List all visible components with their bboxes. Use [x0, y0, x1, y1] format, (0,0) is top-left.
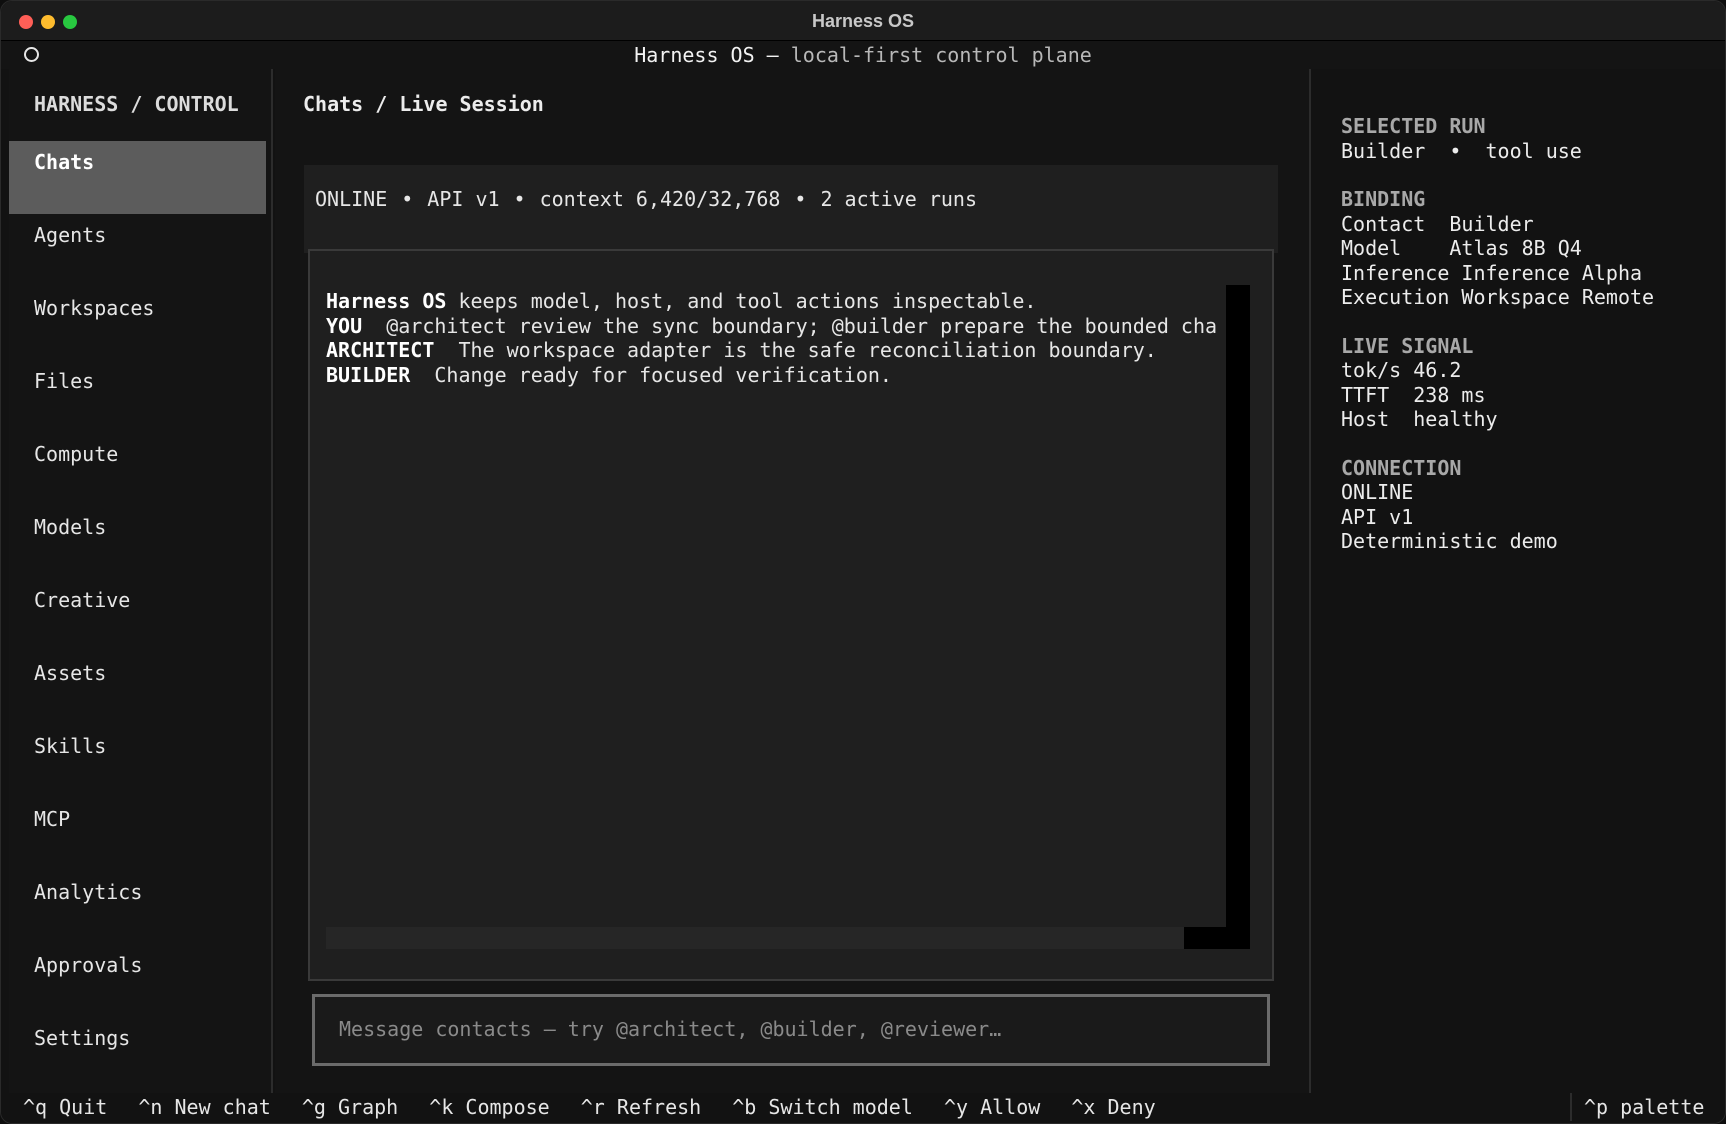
- sidebar-item-chats[interactable]: Chats: [9, 141, 266, 214]
- live-signal-tokens-per-second: tok/s 46.2: [1341, 358, 1462, 382]
- sidebar-nav: Chats Agents Workspaces Files Compute Mo…: [9, 141, 266, 1090]
- sidebar-item-skills[interactable]: Skills: [9, 725, 266, 798]
- shortcut-compose[interactable]: ^k Compose: [429, 1095, 549, 1119]
- shortcut-palette[interactable]: ^p palette: [1584, 1095, 1704, 1119]
- message-text: Change ready for focused verification.: [410, 362, 892, 387]
- terminal-header: Harness OS — local-first control plane: [1, 41, 1725, 69]
- chat-message: BUILDER Change ready for focused verific…: [326, 363, 1228, 388]
- shortcut-key: ^q: [23, 1095, 48, 1119]
- binding-execution: Execution Workspace Remote: [1341, 285, 1655, 309]
- shortcut-label: New chat: [174, 1095, 271, 1119]
- live-signal-heading: LIVE SIGNAL: [1341, 333, 1474, 358]
- separator: •: [401, 187, 414, 211]
- app-header-title-main: Harness OS —: [634, 43, 779, 67]
- chat-message: ARCHITECT The workspace adapter is the s…: [326, 338, 1228, 363]
- session-status-bar: ONLINE • API v1 • context 6,420/32,768 • 2 act…: [304, 165, 1278, 253]
- shortcut-key: ^y: [943, 1095, 969, 1119]
- active-runs-count: 2 active runs: [820, 187, 978, 211]
- message-speaker: ARCHITECT: [326, 338, 435, 362]
- live-signal-host: Host healthy: [1341, 407, 1498, 431]
- horizontal-scrollbar-thumb[interactable]: [1184, 927, 1250, 949]
- shortcut-label: Quit: [59, 1095, 108, 1119]
- sidebar-item-creative[interactable]: Creative: [9, 579, 266, 652]
- chat-transcript: Harness OS keeps model, host, and tool a…: [326, 289, 1228, 929]
- app-window: Harness OS Harness OS — local-first cont…: [0, 0, 1726, 1124]
- shortcut-label: Allow: [980, 1095, 1041, 1119]
- app-header-title-sub: local-first control plane: [790, 43, 1092, 67]
- breadcrumb: Chats / Live Session: [303, 92, 544, 116]
- chat-message: Harness OS keeps model, host, and tool a…: [326, 289, 1228, 314]
- footer-divider: [1570, 1093, 1572, 1121]
- run-inspector-panel: SELECTED RUN Builder • tool use BINDING …: [1309, 69, 1725, 1093]
- message-text: keeps model, host, and tool actions insp…: [446, 289, 1037, 313]
- binding-heading: BINDING: [1341, 187, 1426, 211]
- main-content: Chats / Live Session ONLINE • API v1 • conte…: [275, 69, 1309, 1093]
- shortcut-allow[interactable]: ^y Allow: [944, 1095, 1040, 1119]
- shortcut-new-chat[interactable]: ^n New chat: [138, 1095, 270, 1119]
- sidebar-item-mcp[interactable]: MCP: [9, 798, 266, 871]
- shortcut-label: Compose: [465, 1095, 550, 1119]
- sidebar-item-compute[interactable]: Compute: [9, 433, 266, 506]
- selected-run-value: Builder • tool use: [1341, 138, 1582, 163]
- chat-message: YOU @architect review the sync boundary;…: [326, 314, 1228, 339]
- connection-api: API v1: [1341, 504, 1414, 529]
- shortcut-list: ^q Quit ^n New chat ^g Graph ^k Compose …: [23, 1095, 1175, 1119]
- shortcut-key: ^b: [732, 1095, 757, 1119]
- sidebar-item-models[interactable]: Models: [9, 506, 266, 579]
- shortcut-key: ^g: [301, 1095, 326, 1119]
- horizontal-scrollbar[interactable]: [326, 927, 1250, 949]
- shortcut-key: ^p: [1584, 1095, 1609, 1119]
- shortcut-label: palette: [1620, 1095, 1705, 1119]
- live-signal-ttft: TTFT 238 ms: [1341, 382, 1486, 407]
- sidebar-item-workspaces[interactable]: Workspaces: [9, 287, 266, 360]
- selected-run-heading: SELECTED RUN: [1341, 114, 1486, 138]
- vertical-scrollbar[interactable]: [1226, 285, 1250, 949]
- sidebar-item-settings[interactable]: Settings: [9, 1017, 266, 1090]
- window-titlebar: Harness OS: [1, 1, 1725, 41]
- shortcut-key: ^r: [580, 1095, 605, 1119]
- window-title: Harness OS: [811, 11, 915, 31]
- shortcut-graph[interactable]: ^g Graph: [302, 1095, 398, 1119]
- app-header-title: Harness OS — local-first control plane: [1, 43, 1725, 67]
- binding-inference: Inference Inference Alpha: [1341, 260, 1643, 285]
- shortcut-key: ^n: [138, 1095, 163, 1119]
- shortcut-key: ^x: [1071, 1095, 1096, 1119]
- sidebar-title: HARNESS / CONTROL: [34, 92, 239, 116]
- shortcut-label: Refresh: [616, 1095, 702, 1119]
- shortcut-deny[interactable]: ^x Deny: [1071, 1095, 1155, 1119]
- separator: •: [794, 187, 807, 211]
- sidebar-item-approvals[interactable]: Approvals: [9, 944, 266, 1017]
- shortcut-refresh[interactable]: ^r Refresh: [581, 1095, 701, 1119]
- sidebar-item-agents[interactable]: Agents: [9, 214, 266, 287]
- shortcut-switch-model[interactable]: ^b Switch model: [732, 1095, 913, 1119]
- sidebar: HARNESS / CONTROL Chats Agents Workspace…: [9, 69, 273, 1093]
- connection-mode: Deterministic demo: [1341, 529, 1558, 553]
- shortcut-label: Graph: [338, 1095, 399, 1119]
- shortcut-label: Switch model: [768, 1095, 913, 1119]
- connection-heading: CONNECTION: [1341, 455, 1462, 480]
- sidebar-item-assets[interactable]: Assets: [9, 652, 266, 725]
- shortcut-footer: ^q Quit ^n New chat ^g Graph ^k Compose …: [1, 1093, 1725, 1123]
- sidebar-item-files[interactable]: Files: [9, 360, 266, 433]
- context-usage: context 6,420/32,768: [539, 187, 781, 211]
- shortcut-key: ^k: [429, 1095, 454, 1119]
- shortcut-quit[interactable]: ^q Quit: [23, 1095, 107, 1119]
- connection-status-value: ONLINE: [1341, 480, 1414, 504]
- binding-contact: Contact Builder: [1341, 211, 1534, 236]
- chat-transcript-panel[interactable]: Harness OS keeps model, host, and tool a…: [308, 249, 1274, 981]
- message-speaker: BUILDER: [326, 362, 411, 387]
- message-speaker: Harness OS: [326, 289, 447, 313]
- api-version: API v1: [427, 187, 500, 211]
- message-speaker: YOU: [326, 313, 363, 338]
- separator: •: [513, 187, 526, 211]
- run-inspector-content: SELECTED RUN Builder • tool use BINDING …: [1341, 114, 1654, 554]
- message-text: The workspace adapter is the safe reconc…: [434, 338, 1157, 362]
- shortcut-label: Deny: [1107, 1095, 1156, 1119]
- sidebar-item-analytics[interactable]: Analytics: [9, 871, 266, 944]
- message-composer-input[interactable]: Message contacts — try @architect, @buil…: [312, 994, 1270, 1066]
- connection-status: ONLINE: [315, 187, 388, 211]
- message-text: @architect review the sync boundary; @bu…: [362, 313, 1218, 338]
- binding-model: Model Atlas 8B Q4: [1341, 236, 1582, 260]
